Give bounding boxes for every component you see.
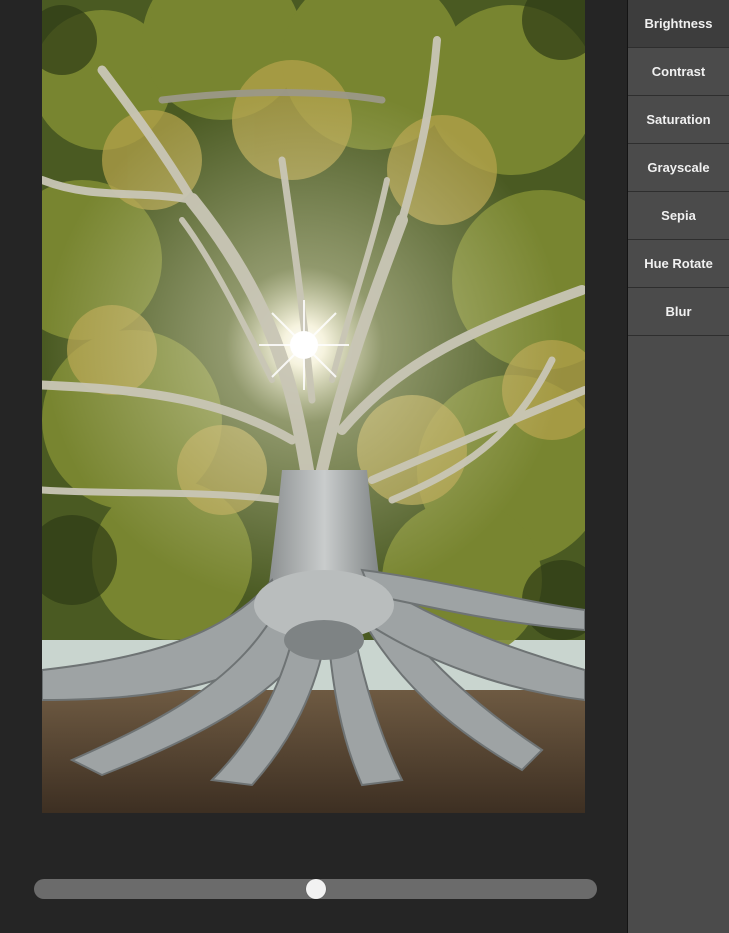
filter-button-grayscale[interactable]: Grayscale xyxy=(628,144,729,192)
tree-photo xyxy=(42,0,585,813)
filter-button-hue-rotate[interactable]: Hue Rotate xyxy=(628,240,729,288)
filter-panel: Brightness Contrast Saturation Grayscale… xyxy=(627,0,729,933)
adjustment-slider[interactable] xyxy=(34,879,597,899)
filter-button-blur[interactable]: Blur xyxy=(628,288,729,336)
tree-photo-illustration xyxy=(42,0,585,813)
slider-thumb[interactable] xyxy=(305,879,326,899)
filter-button-saturation[interactable]: Saturation xyxy=(628,96,729,144)
filter-button-contrast[interactable]: Contrast xyxy=(628,48,729,96)
filter-button-sepia[interactable]: Sepia xyxy=(628,192,729,240)
image-editor-app: Brightness Contrast Saturation Grayscale… xyxy=(0,0,729,933)
filter-button-brightness[interactable]: Brightness xyxy=(628,0,729,48)
